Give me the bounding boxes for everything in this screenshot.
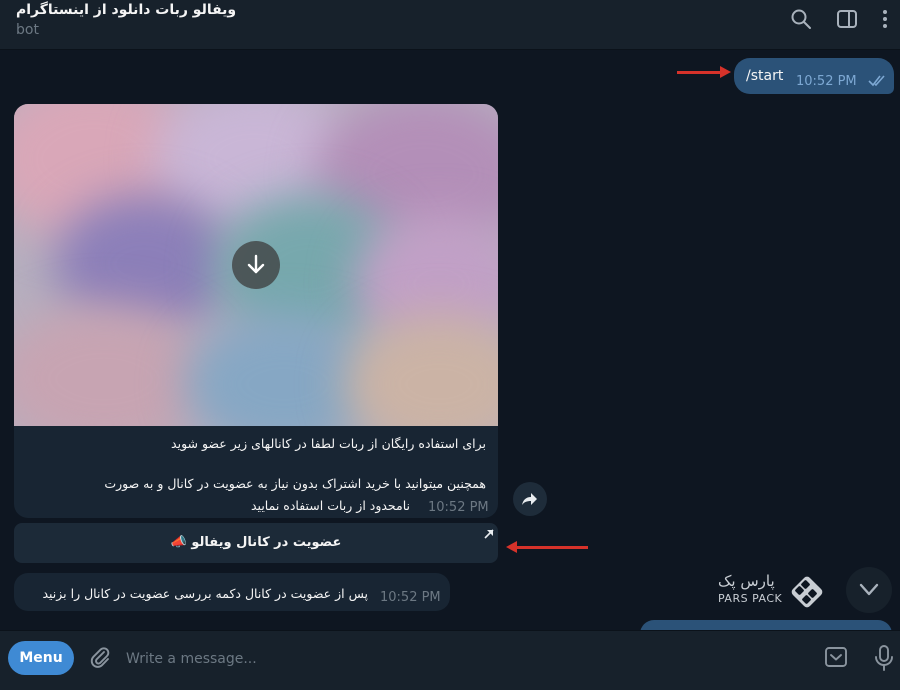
message-time: 10:52 PM — [796, 74, 857, 89]
chat-title[interactable]: ویفالو ربات دانلود از اینستاگرام — [16, 2, 236, 18]
caption-line-3: نامحدود از ربات استفاده نمایید — [250, 498, 410, 513]
attach-icon[interactable] — [88, 646, 112, 670]
forward-button[interactable] — [513, 482, 547, 516]
annotation-arrow — [506, 541, 588, 553]
read-ticks-icon — [868, 75, 885, 87]
caption-line-1: برای استفاده رایگان از ربات لطفا در کانا… — [171, 436, 486, 451]
message-time: 10:52 PM — [428, 500, 489, 515]
incoming-message[interactable]: پس از عضویت در کانال دکمه بررسی عضویت در… — [14, 573, 450, 611]
outgoing-message[interactable]: /start 10:52 PM — [734, 58, 894, 94]
message-time: 10:52 PM — [380, 590, 441, 605]
message-text: پس از عضویت در کانال دکمه بررسی عضویت در… — [42, 586, 368, 601]
chat-header: ویفالو ربات دانلود از اینستاگرام bot — [0, 0, 900, 50]
microphone-icon[interactable] — [872, 644, 896, 672]
inline-button-text: عضویت در کانال ویفالو — [191, 535, 342, 550]
bot-menu-button[interactable]: Menu — [8, 641, 74, 675]
watermark-text-fa: پارس پک — [718, 572, 775, 590]
parspack-logo-icon — [791, 576, 823, 608]
search-icon[interactable] — [790, 8, 812, 30]
download-button[interactable] — [232, 241, 280, 289]
bot-commands-icon[interactable] — [824, 645, 848, 669]
more-vertical-icon[interactable] — [874, 8, 896, 30]
chat-status: bot — [16, 22, 39, 38]
message-input[interactable] — [124, 645, 788, 673]
megaphone-icon: 📣 — [170, 535, 187, 550]
inline-button-join-channel[interactable]: عضویت در کانال ویفالو 📣 — [14, 523, 498, 563]
parspack-watermark: پارس پک PARS PACK — [718, 572, 828, 612]
caption-line-2: همچنین میتوانید با خرید اشتراک بدون نیاز… — [104, 476, 486, 491]
annotation-arrow — [677, 66, 731, 78]
message-composer: Menu — [0, 630, 900, 690]
forward-arrow-icon — [522, 493, 537, 505]
sidebar-toggle-icon[interactable] — [836, 8, 858, 30]
watermark-text-en: PARS PACK — [718, 592, 783, 605]
media-message[interactable]: برای استفاده رایگان از ربات لطفا در کانا… — [14, 104, 498, 518]
inline-button-label: عضویت در کانال ویفالو 📣 — [14, 535, 498, 550]
message-text: /start — [746, 68, 784, 84]
scroll-to-bottom-button[interactable] — [846, 567, 892, 613]
chevron-down-icon — [859, 583, 879, 596]
external-link-icon — [484, 529, 494, 539]
download-arrow-icon — [247, 254, 265, 274]
blurred-media-preview[interactable] — [14, 104, 498, 426]
